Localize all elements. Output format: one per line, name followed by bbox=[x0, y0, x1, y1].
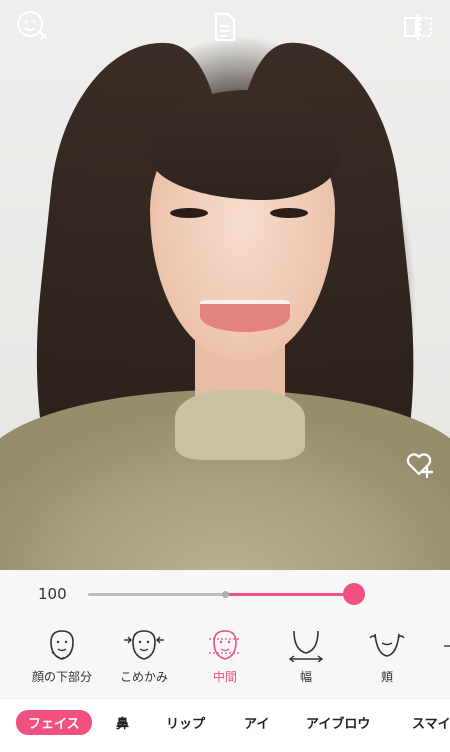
heart-plus-icon[interactable] bbox=[402, 446, 438, 482]
arrow-partial-icon bbox=[444, 645, 450, 647]
tab-face[interactable]: フェイス bbox=[16, 710, 92, 735]
intensity-slider-track[interactable] bbox=[88, 591, 354, 598]
tool-cheek-label: 頬 bbox=[380, 670, 393, 684]
tab-lip[interactable]: リップ bbox=[166, 713, 205, 732]
tab-nose[interactable]: 鼻 bbox=[116, 713, 129, 732]
tool-temple[interactable]: こめかみ bbox=[104, 628, 184, 685]
face-width-icon bbox=[288, 630, 324, 662]
temple-icon bbox=[124, 630, 164, 660]
tool-temple-label: こめかみ bbox=[119, 670, 168, 684]
slider-center-mark bbox=[222, 591, 229, 598]
left-eye-shape bbox=[170, 208, 208, 218]
tool-face-width[interactable]: 幅 bbox=[266, 628, 346, 685]
portrait-photo bbox=[0, 0, 450, 570]
slider-thumb[interactable] bbox=[343, 583, 365, 605]
midface-icon bbox=[209, 630, 241, 660]
lower-face-icon bbox=[50, 630, 74, 660]
tool-partial-next[interactable] bbox=[428, 628, 450, 662]
cheek-icon bbox=[369, 633, 405, 657]
compare-icon[interactable] bbox=[400, 9, 436, 45]
tab-eye[interactable]: アイ bbox=[244, 713, 269, 732]
adjustment-panel: 100 顔の下部分 こめかみ 中間 幅 頬 bbox=[0, 570, 450, 698]
collar-shape bbox=[175, 390, 305, 460]
tool-midface-label: 中間 bbox=[212, 670, 237, 684]
face-scan-icon[interactable] bbox=[14, 8, 50, 44]
tool-face-width-label: 幅 bbox=[299, 670, 312, 684]
tab-eyebrow[interactable]: アイブロウ bbox=[306, 713, 370, 732]
tool-lower-face[interactable]: 顔の下部分 bbox=[22, 628, 102, 685]
slider-value: 100 bbox=[38, 585, 67, 603]
tool-midface[interactable]: 中間 bbox=[185, 628, 265, 685]
face-tool-row: 顔の下部分 こめかみ 中間 幅 頬 bbox=[0, 628, 450, 694]
tab-smile[interactable]: スマイ bbox=[412, 713, 450, 732]
document-icon[interactable] bbox=[207, 9, 243, 45]
slider-fill bbox=[225, 593, 354, 596]
mouth-shape bbox=[200, 300, 290, 332]
category-tab-bar: フェイス 鼻 リップ アイ アイブロウ スマイ bbox=[0, 698, 450, 752]
tool-cheek[interactable]: 頬 bbox=[347, 628, 427, 685]
tool-lower-face-label: 顔の下部分 bbox=[31, 670, 92, 684]
right-eye-shape bbox=[270, 208, 308, 218]
